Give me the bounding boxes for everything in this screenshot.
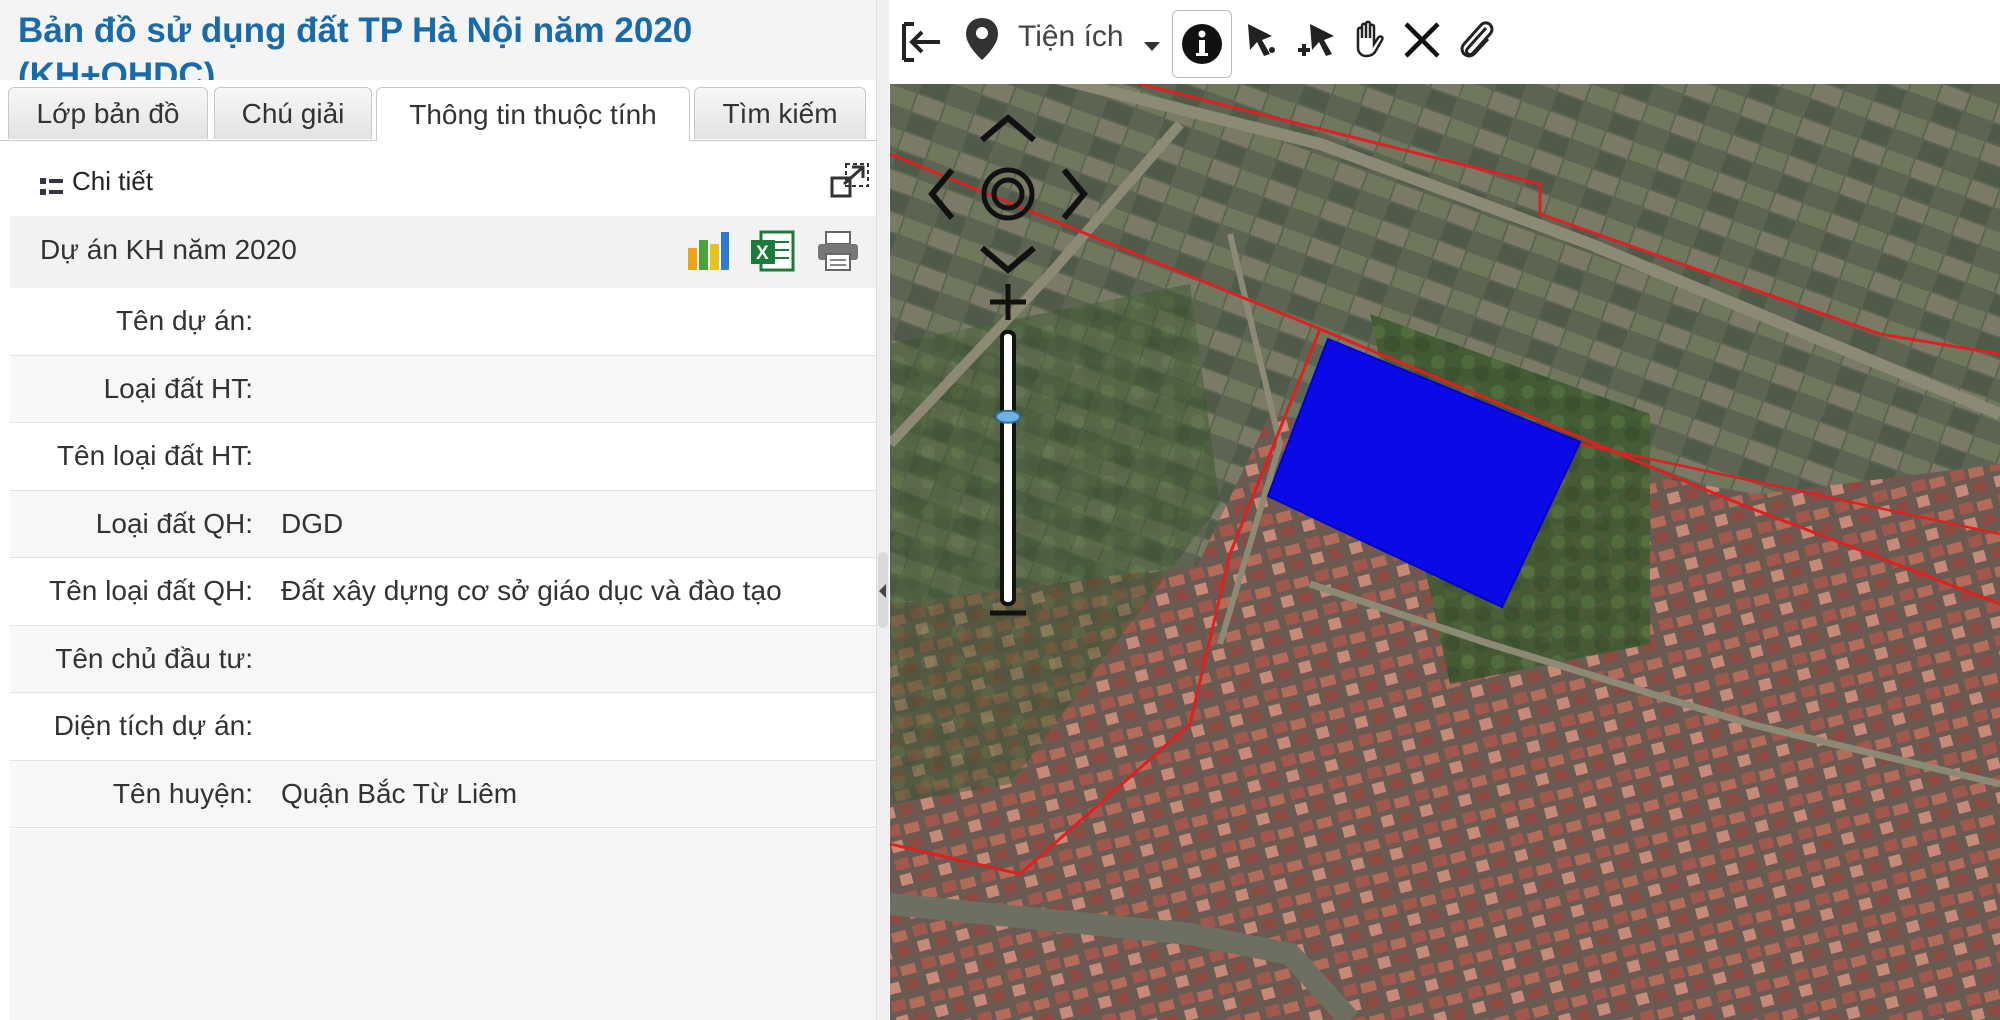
map-toolbar: Tiện ích [890,0,2000,85]
pan-up-icon[interactable] [980,114,1036,143]
svg-text:X: X [756,243,769,264]
location-pin-icon[interactable] [964,16,1000,62]
info-icon [1182,24,1222,64]
table-row: Tên chủ đầu tư: [10,625,876,693]
page-title: Bản đồ sử dụng đất TP Hà Nội năm 2020 (K… [18,11,693,80]
attribute-table: Tên dự án: Loại đất HT: Tên loại đất HT:… [10,288,876,828]
tab-legend[interactable]: Chú giải [214,87,372,139]
tab-bar: Lớp bản đồ Chú giải Thông tin thuộc tính… [0,84,888,141]
clear-icon[interactable] [1402,20,1442,60]
attr-value: DGD [281,507,344,539]
info-button[interactable] [1172,10,1232,78]
table-row: Tên dự án: [10,288,876,356]
panel-empty-area [10,829,876,1020]
table-row: Diện tích dự án: [10,693,876,761]
chart-icon[interactable] [686,230,730,272]
utilities-label[interactable]: Tiện ích [1018,20,1124,54]
attr-label: Diện tích dự án: [53,710,253,742]
zoom-slider-knob[interactable] [995,409,1021,424]
print-icon[interactable] [816,230,860,272]
map-navigation-control [928,114,1088,616]
attr-label: Tên chủ đầu tư: [55,642,253,674]
collapse-arrow-icon[interactable] [879,584,886,598]
details-header: Chi tiết [10,148,876,217]
attr-label: Tên huyện: [112,777,253,809]
tab-search[interactable]: Tìm kiếm [694,87,866,139]
pan-left-icon[interactable] [928,168,955,220]
zoom-slider[interactable] [995,330,1021,606]
attach-icon[interactable] [1456,16,1496,62]
tab-map-layers[interactable]: Lớp bản đồ [8,87,208,139]
title-bar: Bản đồ sử dụng đất TP Hà Nội năm 2020 (K… [0,0,888,80]
select-icon[interactable] [1242,20,1282,60]
pan-center-icon[interactable] [981,167,1035,221]
expand-icon[interactable] [830,162,870,198]
attr-label: Tên dự án: [115,305,253,337]
table-row: Tên huyện: Quận Bắc Từ Liêm [10,760,876,828]
pan-right-icon[interactable] [1061,168,1088,220]
details-label[interactable]: Chi tiết [72,166,153,197]
table-row: Loại đất QH: DGD [10,490,876,558]
attr-value: Quận Bắc Từ Liêm [281,777,518,809]
list-icon [40,178,63,195]
panel-splitter[interactable] [876,0,889,1020]
attr-label: Loại đất QH: [95,507,253,539]
excel-icon[interactable]: X [751,230,795,272]
attr-label: Loại đất HT: [103,372,253,404]
section-header: Dự án KH năm 2020 X [10,216,876,289]
pan-down-icon[interactable] [980,245,1036,274]
dropdown-arrow-icon[interactable] [1144,42,1160,52]
pan-hand-icon[interactable] [1350,18,1390,60]
attr-label: Tên loại đất QH: [49,575,253,607]
table-row: Tên loại đất HT: [10,423,876,491]
table-row: Loại đất HT: [10,355,876,423]
attr-label: Tên loại đất HT: [56,440,253,472]
table-row: Tên loại đất QH: Đất xây dựng cơ sở giáo … [10,558,876,626]
zoom-in-icon[interactable] [990,284,1026,320]
tab-attribute-info[interactable]: Thông tin thuộc tính [376,87,690,141]
attribute-panel: Bản đồ sử dụng đất TP Hà Nội năm 2020 (K… [0,0,888,1020]
exit-icon[interactable] [900,20,944,64]
attr-value: Đất xây dựng cơ sở giáo dục và đào tạo [281,575,782,607]
section-title: Dự án KH năm 2020 [40,234,297,265]
select-add-icon[interactable] [1296,20,1340,60]
